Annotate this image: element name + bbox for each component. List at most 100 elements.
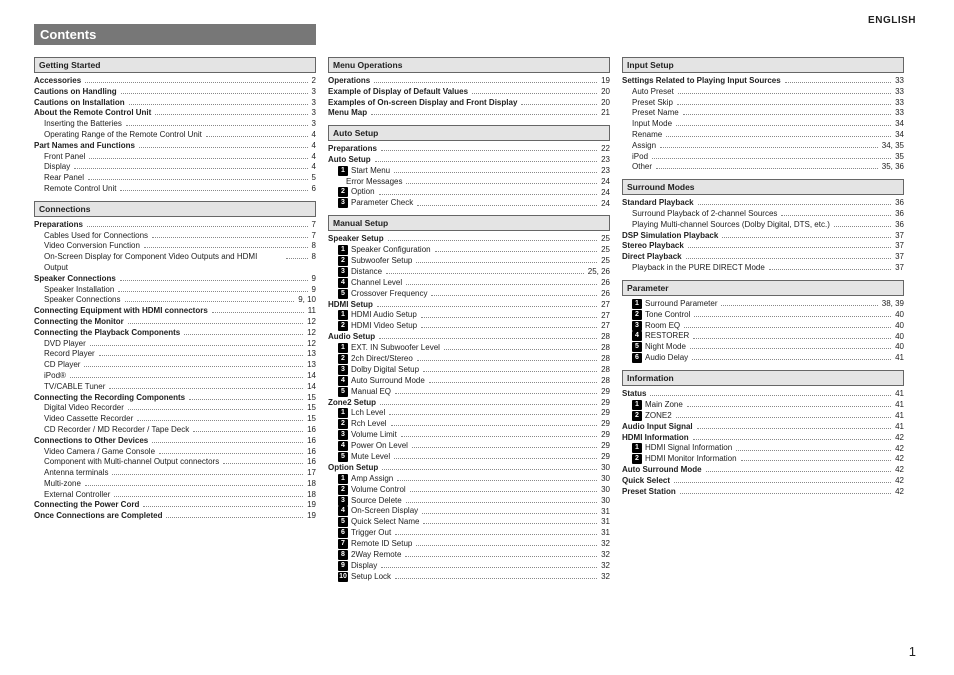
toc-label: Connecting the Recording Components: [34, 393, 187, 404]
toc-row: 82Way Remote32: [328, 550, 610, 561]
leader-dots: [472, 88, 597, 94]
leader-dots: [412, 442, 597, 448]
toc-label: Speaker Connections: [34, 295, 123, 306]
leader-dots: [184, 329, 303, 335]
toc-row: 1Speaker Configuration25: [328, 245, 610, 256]
toc-label: Operating Range of the Remote Control Un…: [34, 130, 204, 141]
leader-dots: [423, 366, 597, 372]
toc-row: Quick Select42: [622, 476, 904, 487]
toc-page: 26: [599, 278, 610, 289]
leader-dots: [406, 279, 597, 285]
leader-dots: [410, 486, 597, 492]
toc-label: Preparations: [328, 144, 379, 155]
leader-dots: [660, 142, 878, 148]
section-heading: Auto Setup: [328, 125, 610, 141]
leader-dots: [693, 434, 891, 440]
toc-row: Status41: [622, 389, 904, 400]
toc-page: 24: [599, 199, 610, 210]
toc-row: 1Amp Assign30: [328, 474, 610, 485]
leader-dots: [421, 322, 597, 328]
toc-row: CD Recorder / MD Recorder / Tape Deck16: [34, 425, 316, 436]
toc-row: Audio Input Signal41: [622, 422, 904, 433]
toc-page: 27: [599, 321, 610, 332]
toc-label: 4Channel Level: [328, 278, 404, 289]
toc-page: 3: [310, 108, 316, 119]
leader-dots: [379, 189, 598, 195]
toc-row: Example of Display of Default Values20: [328, 87, 610, 98]
toc-label: Error Messages: [328, 177, 404, 188]
toc-label: Connecting Equipment with HDMI connector…: [34, 306, 210, 317]
section-heading: Parameter: [622, 280, 904, 296]
toc-label: DVD Player: [34, 339, 88, 350]
item-number-icon: 2: [338, 419, 348, 429]
toc-page: 24: [599, 177, 610, 188]
toc-row: 22ch Direct/Stereo28: [328, 354, 610, 365]
toc-label: HDMI Setup: [328, 300, 375, 311]
item-number-icon: 3: [338, 496, 348, 506]
toc-page: 42: [893, 476, 904, 487]
leader-dots: [698, 199, 892, 205]
toc-row: 6Audio Delay41: [622, 353, 904, 364]
toc-row: iPod®14: [34, 371, 316, 382]
leader-dots: [406, 178, 597, 184]
leader-dots: [137, 415, 303, 421]
toc-row: Multi-zone18: [34, 479, 316, 490]
leader-dots: [375, 156, 597, 162]
page-number: 1: [909, 644, 916, 659]
item-number-icon: 2: [338, 354, 348, 364]
toc-row: TV/CABLE Tuner14: [34, 382, 316, 393]
toc-page: 14: [305, 371, 316, 382]
toc-row: Rename34: [622, 130, 904, 141]
leader-dots: [379, 333, 597, 339]
toc-label: 5Mute Level: [328, 452, 392, 463]
toc-page: 9, 10: [296, 295, 316, 306]
toc-label: Video Camera / Game Console: [34, 447, 157, 458]
toc-row: Rear Panel5: [34, 173, 316, 184]
toc-page: 29: [599, 408, 610, 419]
toc-label: 1Lch Level: [328, 408, 387, 419]
toc-label: Connections to Other Devices: [34, 436, 150, 447]
toc-row: Menu Map21: [328, 108, 610, 119]
item-number-icon: 3: [338, 430, 348, 440]
toc-page: 8: [310, 241, 316, 252]
section-heading: Menu Operations: [328, 57, 610, 73]
toc-row: Audio Setup28: [328, 332, 610, 343]
toc-label: 9Display: [328, 561, 379, 572]
toc-row: Connections to Other Devices 16: [34, 436, 316, 447]
item-number-icon: 6: [338, 528, 348, 538]
toc-label: CD Recorder / MD Recorder / Tape Deck: [34, 425, 191, 436]
toc-row: 3Room EQ40: [622, 321, 904, 332]
toc-row: Input Mode34: [622, 119, 904, 130]
toc-page: 40: [893, 321, 904, 332]
toc-label: Preset Skip: [622, 98, 675, 109]
leader-dots: [677, 99, 891, 105]
toc-row: Preset Skip33: [622, 98, 904, 109]
toc-page: 37: [893, 241, 904, 252]
toc-label: Direct Playback: [622, 252, 684, 263]
toc-page: 16: [305, 436, 316, 447]
toc-label: 2Subwoofer Setup: [328, 256, 414, 267]
language-label: ENGLISH: [868, 15, 916, 26]
toc-row: 5Manual EQ29: [328, 387, 610, 398]
toc-row: 3Source Delete30: [328, 496, 610, 507]
toc-row: 7Remote ID Setup32: [328, 539, 610, 550]
toc-row: HDMI Information42: [622, 433, 904, 444]
toc-row: On-Screen Display for Component Video Ou…: [34, 252, 316, 274]
toc-page: 41: [893, 389, 904, 400]
leader-dots: [683, 109, 891, 115]
leader-dots: [74, 163, 307, 169]
toc-page: 4: [310, 141, 316, 152]
toc-row: Settings Related to Playing Input Source…: [622, 76, 904, 87]
toc-page: 27: [599, 311, 610, 322]
leader-dots: [684, 322, 891, 328]
section-heading: Connections: [34, 201, 316, 217]
toc-label: 2HDMI Video Setup: [328, 321, 419, 332]
toc-label: Examples of On-screen Display and Front …: [328, 98, 519, 109]
toc-page: 30: [599, 463, 610, 474]
leader-dots: [90, 340, 303, 346]
toc-row: Remote Control Unit6: [34, 184, 316, 195]
toc-page: 32: [599, 550, 610, 561]
leader-dots: [382, 464, 597, 470]
toc-label: 2HDMI Monitor Information: [622, 454, 739, 465]
leader-dots: [128, 404, 303, 410]
